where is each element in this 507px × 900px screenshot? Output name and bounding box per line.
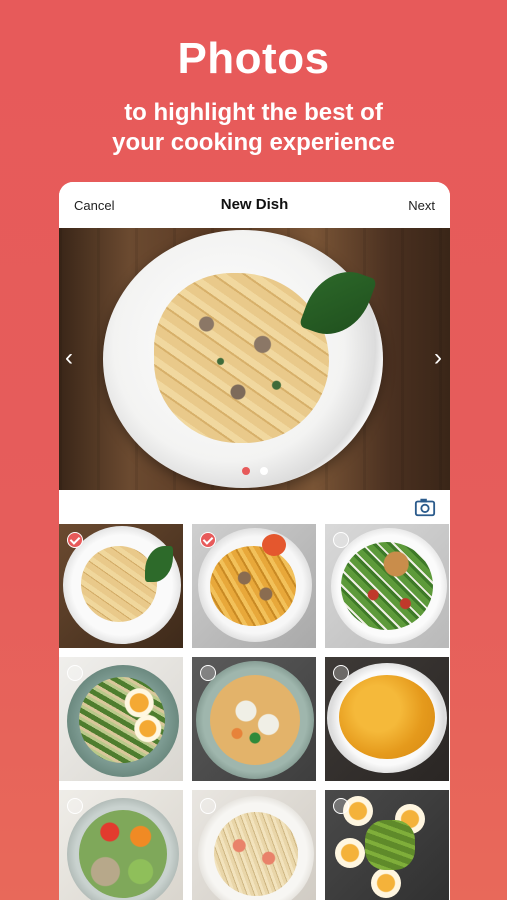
gallery-item-2[interactable] [192, 524, 316, 648]
camera-icon[interactable] [414, 496, 436, 518]
cancel-button[interactable]: Cancel [74, 198, 114, 213]
next-button[interactable]: Next [408, 198, 435, 213]
gallery-item-7[interactable] [59, 790, 183, 900]
nav-bar: Cancel New Dish Next [59, 182, 450, 228]
gallery-item-9[interactable] [325, 790, 449, 900]
gallery-item-5[interactable] [192, 657, 316, 781]
carousel-page-indicator [59, 462, 450, 480]
checkmark-icon[interactable] [200, 798, 216, 814]
chevron-left-icon[interactable]: ‹ [65, 346, 73, 370]
checkmark-icon[interactable] [67, 532, 83, 548]
gallery-item-6[interactable] [325, 657, 449, 781]
gallery-item-8[interactable] [192, 790, 316, 900]
chevron-right-icon[interactable]: › [434, 346, 442, 370]
carousel-dot-1[interactable] [241, 467, 250, 475]
checkmark-icon[interactable] [200, 665, 216, 681]
screen-title: New Dish [220, 196, 289, 213]
checkmark-icon[interactable] [333, 798, 349, 814]
main-photo-pasta [154, 273, 329, 443]
phone-screen: Cancel New Dish Next ‹ › [59, 182, 450, 900]
checkmark-icon[interactable] [67, 798, 83, 814]
checkmark-icon[interactable] [333, 532, 349, 548]
hero-subtitle-line-2: your cooking experience [112, 129, 395, 156]
hero-subtitle-line-1: to highlight the best of [124, 99, 383, 126]
carousel-dot-2[interactable] [259, 467, 268, 475]
gallery-toolbar [59, 490, 450, 524]
checkmark-icon[interactable] [333, 665, 349, 681]
gallery-item-1[interactable] [59, 524, 183, 648]
hero-title: Photos [177, 34, 330, 83]
checkmark-icon[interactable] [200, 532, 216, 548]
main-photo-carousel[interactable]: ‹ › [59, 228, 450, 490]
gallery-item-3[interactable] [325, 524, 449, 648]
checkmark-icon[interactable] [67, 665, 83, 681]
hero-subtitle: to highlight the best of your cooking ex… [0, 98, 507, 158]
gallery-item-4[interactable] [59, 657, 183, 781]
